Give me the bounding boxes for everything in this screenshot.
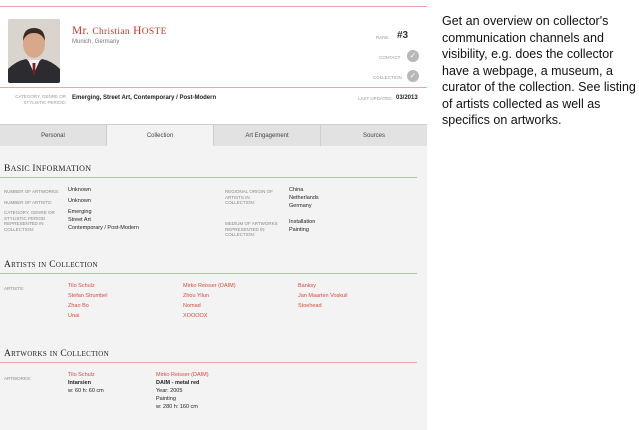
regional-origin-label: REGIONAL ORIGIN OF ARTISTS IN COLLECTION… <box>225 189 273 205</box>
artist-link[interactable]: Zhao Bo <box>68 302 89 310</box>
artist-link[interactable]: Tilo Schulz <box>68 282 95 290</box>
rank-label: RANK <box>376 35 389 40</box>
artist-link[interactable]: Nomad <box>183 302 201 310</box>
collection-category-value-1: Emerging <box>68 209 92 215</box>
artwork-artist-link[interactable]: Mirko Reisser (DAIM) <box>156 371 209 379</box>
collector-name: Mr. Christian HOSTE <box>72 25 167 37</box>
collection-category-value-3: Contemporary / Post-Modern <box>68 225 139 231</box>
tab-bar: Personal Collection Art Engagement Sourc… <box>0 124 427 147</box>
origin-value-2: Netherlands <box>289 195 319 201</box>
origin-value-1: China <box>289 187 304 193</box>
num-artists-value: Unknown <box>68 198 91 204</box>
rank-value: #3 <box>397 30 409 41</box>
num-artworks-label: NUMBER OF ARTWORKS: <box>4 189 60 194</box>
avatar <box>8 19 60 83</box>
artists-title: Artists in Collection <box>4 260 98 270</box>
num-artists-label: NUMBER OF ARTISTS: <box>4 200 53 205</box>
last-updated-label: LAST UPDATED: <box>358 96 393 101</box>
artworks-label: ARTWORKS: <box>4 376 32 381</box>
artworks-title: Artworks in Collection <box>4 349 110 359</box>
artwork-artist-link[interactable]: Tilo Schulz <box>68 371 95 379</box>
collector-location: Munich, Germany <box>72 39 120 45</box>
basic-info-title: BASIC INFORMATION <box>4 164 92 174</box>
artist-link[interactable]: Banksy <box>298 282 316 290</box>
tab-collection[interactable]: Collection <box>107 125 214 147</box>
artists-label: ARTISTS: <box>4 286 25 291</box>
category-value: Emerging, Street Art, Contemporary / Pos… <box>72 95 217 101</box>
category-label: CATEGORY, GENRE OR STYLISTIC PERIOD: <box>15 94 66 105</box>
artist-link[interactable]: XOOOOX <box>183 312 207 320</box>
collection-check-icon[interactable]: ✓ <box>407 70 419 82</box>
collection-category-label: CATEGORY, GENRE OR STYLISTIC PERIOD REPR… <box>4 210 55 232</box>
origin-value-3: Germany <box>289 203 312 209</box>
artist-link[interactable]: Stoehead <box>298 302 322 310</box>
artwork-detail: Year: 2005 <box>156 388 183 394</box>
profile-header: Mr. Christian HOSTE Munich, Germany RANK… <box>0 6 427 88</box>
artwork-detail: w: 280 h: 160 cm <box>156 404 198 410</box>
basic-info-divider <box>0 177 417 178</box>
collection-content: BASIC INFORMATION NUMBER OF ARTWORKS: Un… <box>0 146 427 430</box>
feature-description: Get an overview on collector's communica… <box>442 14 636 127</box>
collector-profile-panel: Mr. Christian HOSTE Munich, Germany RANK… <box>0 0 427 430</box>
artwork-title: Intarsien <box>68 380 91 386</box>
artist-link[interactable]: Unai <box>68 312 79 320</box>
collection-category-value-2: Street Art <box>68 217 91 223</box>
artist-link[interactable]: Jan Maarten Voskuil <box>298 292 348 300</box>
collection-label: COLLECTION <box>373 75 402 80</box>
tab-sources[interactable]: Sources <box>321 125 427 147</box>
artists-divider <box>0 273 417 274</box>
tab-art-engagement[interactable]: Art Engagement <box>214 125 321 147</box>
artworks-divider <box>0 362 417 363</box>
artwork-detail: w: 60 h: 60 cm <box>68 388 104 394</box>
contact-label: CONTACT <box>379 55 401 60</box>
tab-personal[interactable]: Personal <box>0 125 107 147</box>
artwork-detail: Painting <box>156 396 176 402</box>
artist-link[interactable]: Stefan Strumbel <box>68 292 107 300</box>
medium-value-1: Installation <box>289 219 316 225</box>
medium-label: MEDIUM OF ARTWORKS REPRESENTED IN COLLEC… <box>225 221 278 237</box>
artist-link[interactable]: Zhou Yilun <box>183 292 209 300</box>
artist-link[interactable]: Mirko Reisser (DAIM) <box>183 282 236 290</box>
header-divider <box>0 87 427 88</box>
medium-value-2: Painting <box>289 227 309 233</box>
last-updated-value: 03/2013 <box>396 95 418 101</box>
contact-check-icon[interactable]: ✓ <box>407 50 419 62</box>
num-artworks-value: Unknown <box>68 187 91 193</box>
artwork-title: DAIM - metal red <box>156 380 200 386</box>
